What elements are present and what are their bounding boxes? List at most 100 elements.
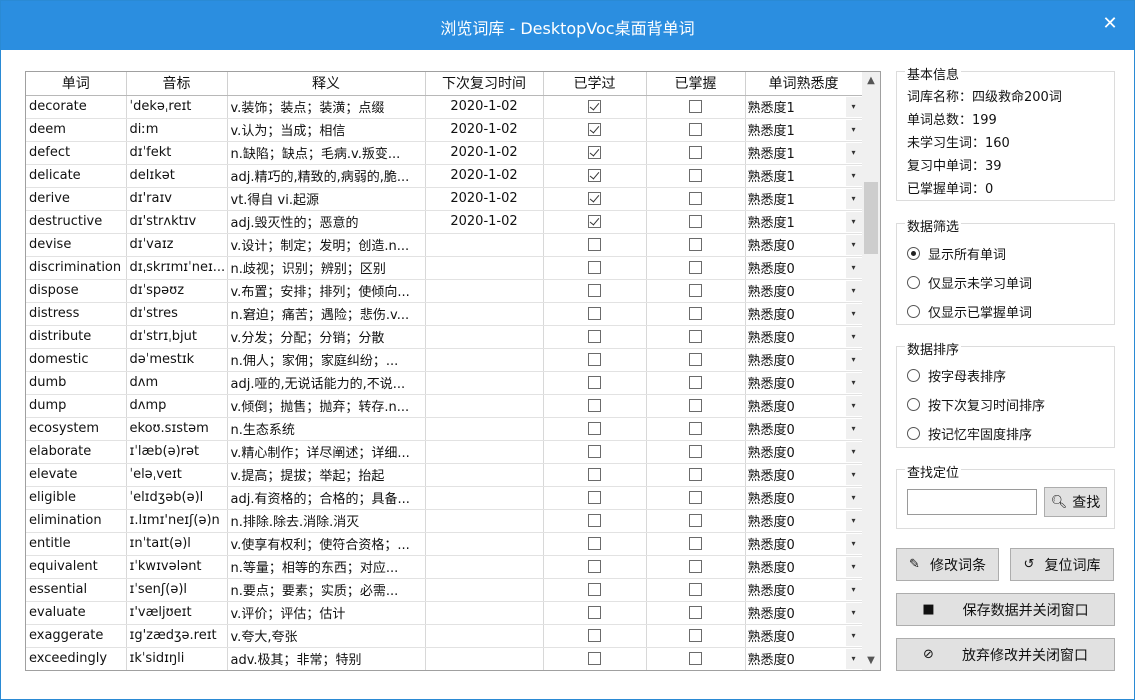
table-row[interactable]: evaluate ɪ'væljʊeɪt v.评价；评估；估计 熟悉度0 ▾ [26, 601, 863, 625]
mastered-checkbox[interactable] [689, 560, 702, 573]
chevron-down-icon[interactable]: ▾ [845, 96, 861, 117]
table-row[interactable]: dispose dɪˈspəʊz v.布置；安排；排列；使倾向... 熟悉度0 ▾ [26, 279, 863, 303]
mastered-checkbox[interactable] [689, 146, 702, 159]
learned-checkbox[interactable] [588, 307, 601, 320]
sort-option-memory[interactable]: 按记忆牢固度排序 [907, 424, 1032, 443]
learned-checkbox[interactable] [588, 123, 601, 136]
learned-checkbox[interactable] [588, 583, 601, 596]
mastered-checkbox[interactable] [689, 123, 702, 136]
table-row[interactable]: destructive dɪ'strʌktɪv adj.毁灭性的；恶意的 2020-1… [26, 210, 863, 234]
save-and-close-button[interactable]: ■ 保存数据并关闭窗口 [896, 593, 1115, 626]
mastered-checkbox[interactable] [689, 606, 702, 619]
familiarity-select[interactable]: 熟悉度1 ▾ [745, 210, 863, 234]
table-row[interactable]: decorate ˈdekəˌreɪt v.装饰；装点；装潢；点缀 2020-1-02… [26, 95, 863, 119]
chevron-down-icon[interactable]: ▾ [845, 441, 861, 462]
table-row[interactable]: ecosystem ekoʊ.sɪstəm n.生态系统 熟悉度0 ▾ [26, 417, 863, 441]
learned-checkbox[interactable] [588, 100, 601, 113]
chevron-down-icon[interactable]: ▾ [845, 303, 861, 324]
chevron-down-icon[interactable]: ▾ [845, 326, 861, 347]
learned-checkbox[interactable] [588, 261, 601, 274]
table-row[interactable]: elevate ˈeləˌveɪt v.提高；提拔；举起；抬起 熟悉度0 ▾ [26, 463, 863, 487]
sort-option-alphabet[interactable]: 按字母表排序 [907, 366, 1006, 385]
chevron-down-icon[interactable]: ▾ [845, 211, 861, 232]
familiarity-select[interactable]: 熟悉度0 ▾ [745, 463, 863, 487]
chevron-down-icon[interactable]: ▾ [845, 533, 861, 554]
mastered-checkbox[interactable] [689, 353, 702, 366]
learned-checkbox[interactable] [588, 422, 601, 435]
chevron-down-icon[interactable]: ▾ [845, 119, 861, 140]
search-button[interactable]: 🔍︎ 查找 [1044, 487, 1107, 517]
chevron-down-icon[interactable]: ▾ [845, 234, 861, 255]
table-row[interactable]: defect dɪˈfekt n.缺陷；缺点；毛病.v.叛变... 2020-1-02… [26, 141, 863, 165]
learned-checkbox[interactable] [588, 468, 601, 481]
familiarity-select[interactable]: 熟悉度0 ▾ [745, 647, 863, 670]
learned-checkbox[interactable] [588, 652, 601, 665]
chevron-down-icon[interactable]: ▾ [845, 648, 861, 669]
familiarity-select[interactable]: 熟悉度0 ▾ [745, 302, 863, 326]
chevron-down-icon[interactable]: ▾ [845, 510, 861, 531]
column-header-familiarity[interactable]: 单词熟悉度 [745, 72, 863, 96]
learned-checkbox[interactable] [588, 445, 601, 458]
learned-checkbox[interactable] [588, 192, 601, 205]
chevron-down-icon[interactable]: ▾ [845, 602, 861, 623]
table-row[interactable]: deem diːm v.认为；当成；相信 2020-1-02 熟悉度1 ▾ [26, 118, 863, 142]
familiarity-select[interactable]: 熟悉度0 ▾ [745, 532, 863, 556]
familiarity-select[interactable]: 熟悉度0 ▾ [745, 578, 863, 602]
scroll-thumb[interactable] [864, 182, 878, 254]
column-header-meaning[interactable]: 释义 [227, 72, 426, 96]
table-row[interactable]: exceedingly ɪkˈsidɪŋli adv.极其；非常；特别 熟悉度0 ▾ [26, 647, 863, 670]
mastered-checkbox[interactable] [689, 491, 702, 504]
table-row[interactable]: discrimination dɪˌskrɪmɪˈneɪ... n.歧视；识别；辨别… [26, 256, 863, 280]
table-row[interactable]: delicate delɪkət adj.精巧的,精致的,病弱的,脆... 2020-… [26, 164, 863, 188]
column-header-learned[interactable]: 已学过 [543, 72, 647, 96]
familiarity-select[interactable]: 熟悉度1 ▾ [745, 95, 863, 119]
table-row[interactable]: devise dɪˈvaɪz v.设计；制定；发明；创造.n... 熟悉度0 ▾ [26, 233, 863, 257]
scroll-up-icon[interactable]: ▲ [862, 72, 880, 90]
mastered-checkbox[interactable] [689, 284, 702, 297]
filter-option-mastered[interactable]: 仅显示已掌握单词 [907, 302, 1032, 321]
familiarity-select[interactable]: 熟悉度0 ▾ [745, 325, 863, 349]
chevron-down-icon[interactable]: ▾ [845, 395, 861, 416]
familiarity-select[interactable]: 熟悉度0 ▾ [745, 509, 863, 533]
mastered-checkbox[interactable] [689, 652, 702, 665]
chevron-down-icon[interactable]: ▾ [845, 142, 861, 163]
column-header-word[interactable]: 单词 [26, 72, 127, 96]
column-header-mastered[interactable]: 已掌握 [646, 72, 746, 96]
learned-checkbox[interactable] [588, 514, 601, 527]
familiarity-select[interactable]: 熟悉度0 ▾ [745, 555, 863, 579]
learned-checkbox[interactable] [588, 169, 601, 182]
sort-option-review-time[interactable]: 按下次复习时间排序 [907, 395, 1045, 414]
chevron-down-icon[interactable]: ▾ [845, 280, 861, 301]
table-row[interactable]: equivalent ɪˈkwɪvələnt n.等量；相等的东西；对应... 熟悉度… [26, 555, 863, 579]
learned-checkbox[interactable] [588, 399, 601, 412]
mastered-checkbox[interactable] [689, 192, 702, 205]
mastered-checkbox[interactable] [689, 422, 702, 435]
mastered-checkbox[interactable] [689, 514, 702, 527]
search-input[interactable] [907, 489, 1037, 515]
familiarity-select[interactable]: 熟悉度0 ▾ [745, 348, 863, 372]
learned-checkbox[interactable] [588, 376, 601, 389]
chevron-down-icon[interactable]: ▾ [845, 372, 861, 393]
table-row[interactable]: distribute dɪˈstrɪˌbjut v.分发；分配；分销；分散 熟悉度0 ▾ [26, 325, 863, 349]
mastered-checkbox[interactable] [689, 238, 702, 251]
column-header-ipa[interactable]: 音标 [126, 72, 228, 96]
table-row[interactable]: exaggerate ɪg'zædʒə.reɪt v.夸大,夸张 熟悉度0 ▾ [26, 624, 863, 648]
reset-library-button[interactable]: ↺ 复位词库 [1010, 548, 1114, 581]
familiarity-select[interactable]: 熟悉度0 ▾ [745, 256, 863, 280]
column-header-next-review[interactable]: 下次复习时间 [425, 72, 544, 96]
learned-checkbox[interactable] [588, 238, 601, 251]
chevron-down-icon[interactable]: ▾ [845, 418, 861, 439]
familiarity-select[interactable]: 熟悉度0 ▾ [745, 394, 863, 418]
table-row[interactable]: entitle ɪnˈtaɪt(ə)l v.使享有权利；使符合资格；... 熟悉度0 ▾ [26, 532, 863, 556]
edit-entry-button[interactable]: ✎ 修改词条 [896, 548, 999, 581]
familiarity-select[interactable]: 熟悉度0 ▾ [745, 440, 863, 464]
familiarity-select[interactable]: 熟悉度1 ▾ [745, 118, 863, 142]
mastered-checkbox[interactable] [689, 399, 702, 412]
discard-and-close-button[interactable]: ⊘ 放弃修改并关闭窗口 [896, 638, 1115, 671]
table-row[interactable]: dump dʌmp v.倾倒；抛售；抛弃；转存.n... 熟悉度0 ▾ [26, 394, 863, 418]
mastered-checkbox[interactable] [689, 307, 702, 320]
learned-checkbox[interactable] [588, 215, 601, 228]
table-row[interactable]: essential ɪˈsenʃ(ə)l n.要点；要素；实质；必需... 熟悉度0 ▾ [26, 578, 863, 602]
learned-checkbox[interactable] [588, 353, 601, 366]
familiarity-select[interactable]: 熟悉度0 ▾ [745, 601, 863, 625]
